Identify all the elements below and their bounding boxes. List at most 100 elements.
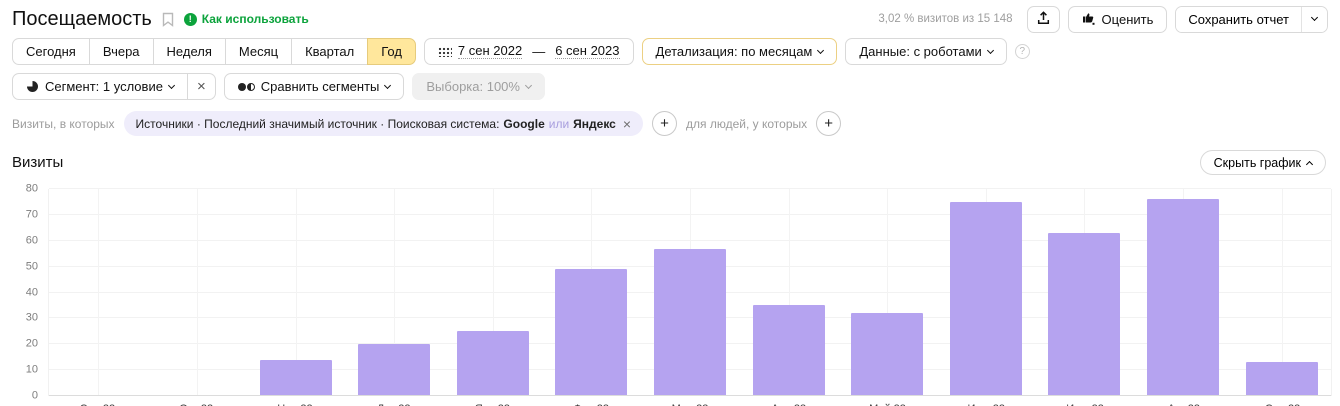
chevron-down-icon — [1310, 13, 1319, 22]
chevron-down-icon — [524, 81, 533, 89]
sampling-label: Выборка: 100% — [426, 79, 520, 94]
segment-label: Сегмент: 1 условие — [45, 79, 163, 94]
save-report-menu-button[interactable] — [1301, 6, 1327, 32]
chart-column — [49, 189, 148, 396]
y-axis-label: 30 — [25, 311, 38, 324]
chip-or-word: или — [548, 116, 570, 131]
hide-chart-button[interactable]: Скрыть график — [1199, 150, 1326, 175]
date-to: 6 сен 2023 — [555, 43, 620, 59]
add-visit-condition-button[interactable] — [652, 111, 678, 136]
columns — [49, 189, 1331, 396]
compare-segments-icon — [237, 82, 255, 91]
bar[interactable] — [752, 305, 825, 396]
date-range-button[interactable]: 7 сен 2022 — 6 сен 2023 — [423, 38, 634, 65]
chart-column — [443, 189, 542, 396]
chart-column — [641, 189, 740, 396]
bar[interactable] — [851, 313, 924, 396]
detalization-dropdown[interactable]: Детализация: по месяцам — [641, 38, 838, 65]
chart-column — [838, 189, 937, 396]
y-axis-label: 80 — [25, 182, 38, 195]
segment-toolbar: Сегмент: 1 условие Сравнить сегменты Выб… — [12, 73, 1328, 100]
y-axis-label: 10 — [25, 363, 38, 376]
preset-button[interactable]: Квартал — [291, 38, 369, 65]
report-header: Посещаемость Как использовать 3,02 % виз… — [12, 5, 1328, 33]
preset-button[interactable]: Месяц — [224, 38, 293, 65]
save-report-split-button: Сохранить отчет — [1175, 5, 1328, 33]
compare-segments-dropdown[interactable]: Сравнить сегменты — [223, 73, 405, 100]
compare-segments-label: Сравнить сегменты — [260, 79, 380, 94]
chart-column — [345, 189, 444, 396]
period-preset-group: Сегодня Вчера Неделя Месяц Квартал Год — [12, 38, 416, 65]
chevron-down-icon — [817, 46, 825, 54]
add-people-condition-button[interactable] — [816, 111, 842, 136]
gridline-vertical — [98, 189, 100, 396]
visits-share-text: 3,02 % визитов из 15 148 — [878, 13, 1013, 25]
period-toolbar: Сегодня Вчера Неделя Месяц Квартал Год 7 сен … — [12, 38, 1328, 65]
preset-button[interactable]: Год — [367, 38, 416, 65]
preset-button[interactable]: Вчера — [88, 38, 154, 65]
chip-close-icon[interactable] — [620, 116, 631, 132]
chevron-down-icon — [384, 81, 392, 89]
export-icon — [1037, 11, 1050, 27]
bar[interactable] — [1048, 233, 1121, 396]
chart-column — [542, 189, 641, 396]
close-icon — [197, 79, 206, 94]
bar[interactable] — [653, 248, 726, 396]
preset-button[interactable]: Неделя — [152, 38, 226, 65]
y-axis-label: 50 — [25, 260, 38, 273]
data-mode-dropdown[interactable]: Данные: с роботами — [845, 38, 1007, 65]
help-question-icon[interactable] — [1014, 44, 1030, 59]
bar[interactable] — [1147, 199, 1219, 396]
chart-column — [246, 189, 345, 396]
y-axis-label: 0 — [31, 389, 38, 402]
chevron-down-icon — [167, 81, 175, 89]
segment-group: Сегмент: 1 условие — [12, 73, 216, 100]
bar[interactable] — [456, 331, 529, 396]
bookmark-icon[interactable] — [162, 12, 174, 27]
chart-column — [739, 189, 838, 396]
page-title: Посещаемость — [12, 7, 152, 30]
chart-column — [1134, 189, 1233, 396]
how-to-use-link[interactable]: Как использовать — [202, 12, 309, 26]
y-axis-labels: 0 10 20 30 40 50 60 70 80 — [12, 183, 42, 401]
hide-chart-label: Скрыть график — [1213, 155, 1301, 170]
chart-column — [148, 189, 247, 396]
bar[interactable] — [949, 201, 1022, 396]
visits-filter-label: Визиты, в которых — [12, 116, 115, 131]
bar[interactable] — [555, 269, 628, 396]
x-axis-labels: Сен 22Окт 22Ноя 22Дек 22Янв 23Фев 23Мар … — [48, 396, 1332, 406]
export-button[interactable] — [1026, 5, 1060, 33]
segment-dropdown[interactable]: Сегмент: 1 условие — [12, 73, 188, 100]
segment-pie-icon — [26, 80, 39, 93]
sampling-dropdown[interactable]: Выборка: 100% — [412, 73, 545, 100]
date-from: 7 сен 2022 — [457, 43, 523, 59]
segment-clear-button[interactable] — [186, 73, 216, 100]
chip-value-google: Google — [503, 116, 545, 131]
bar[interactable] — [1245, 362, 1318, 396]
y-axis-label: 60 — [25, 234, 38, 247]
save-report-button[interactable]: Сохранить отчет — [1176, 6, 1301, 32]
y-axis-label: 20 — [25, 337, 38, 350]
thumbs-icon — [1082, 12, 1096, 27]
source-filter-chip[interactable]: Источники · Последний значимый источник … — [123, 111, 644, 136]
rate-button[interactable]: Оценить — [1067, 5, 1168, 33]
preset-button[interactable]: Сегодня — [12, 38, 90, 65]
data-mode-label: Данные: с роботами — [859, 44, 982, 59]
calendar-icon — [437, 46, 452, 57]
save-report-label: Сохранить отчет — [1188, 11, 1289, 27]
chip-value-yandex: Яндекс — [573, 116, 616, 131]
chart-column — [936, 189, 1035, 396]
chart-column — [1232, 189, 1331, 396]
date-dash: — — [532, 44, 546, 59]
visits-bar-chart: 0 10 20 30 40 50 60 70 80 Сен 22Окт 22Ноя 22Дек … — [12, 183, 1332, 406]
chart-header: Визиты Скрыть график — [12, 150, 1326, 175]
chart-title: Визиты — [12, 154, 64, 171]
gridline-vertical — [196, 189, 198, 396]
header-actions: 3,02 % визитов из 15 148 Оценить Сохрани… — [878, 5, 1328, 33]
chip-label: Источники · Последний значимый источник … — [135, 116, 500, 131]
chevron-up-icon — [1305, 160, 1314, 168]
bar[interactable] — [259, 359, 332, 396]
bar[interactable] — [358, 344, 431, 396]
y-axis-label: 70 — [25, 208, 38, 221]
people-filter-label: для людей, у которых — [686, 116, 808, 131]
